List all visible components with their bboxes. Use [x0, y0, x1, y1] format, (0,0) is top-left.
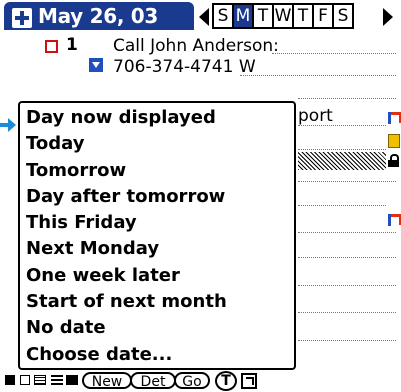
weekday-sun[interactable]: S	[212, 3, 234, 29]
view-square-icon[interactable]	[5, 375, 15, 385]
details-button[interactable]: Det	[130, 372, 176, 390]
date-popup-menu: Day now displayed Today Tomorrow Day aft…	[18, 101, 296, 370]
menu-item-this-friday[interactable]: This Friday	[26, 210, 290, 236]
chart-icon[interactable]	[386, 110, 400, 124]
plus-icon[interactable]	[12, 8, 32, 28]
dotted-divider	[298, 285, 396, 286]
date-title[interactable]: May 26, 03	[38, 3, 158, 29]
lock-icon	[388, 154, 399, 167]
menu-item-one-week-later[interactable]: One week later	[26, 263, 290, 289]
dotted-divider	[298, 205, 386, 206]
menu-item-no-date[interactable]: No date	[26, 315, 290, 341]
dotted-divider	[240, 75, 396, 76]
weekday-fri[interactable]: F	[312, 3, 334, 29]
dotted-divider	[298, 232, 396, 233]
weekday-wed[interactable]: W	[272, 3, 294, 29]
weekday-tue[interactable]: T	[252, 3, 274, 29]
dotted-divider	[298, 98, 396, 99]
menu-item-day-after-tomorrow[interactable]: Day after tomorrow	[26, 184, 290, 210]
menu-item-tomorrow[interactable]: Tomorrow	[26, 158, 290, 184]
dotted-divider	[298, 312, 396, 313]
dotted-divider	[298, 149, 386, 150]
previous-arrow-icon[interactable]	[199, 8, 209, 26]
chart-link-icon[interactable]	[241, 373, 257, 389]
date-options-list: Day now displayed Today Tomorrow Day aft…	[26, 105, 290, 368]
view-lines-icon[interactable]	[51, 375, 63, 385]
date-title-button[interactable]: May 26, 03	[4, 2, 194, 30]
menu-item-choose-date[interactable]: Choose date...	[26, 342, 290, 368]
new-button[interactable]: New	[82, 372, 132, 390]
weekday-mon[interactable]: M	[232, 3, 254, 29]
menu-item-next-monday[interactable]: Next Monday	[26, 236, 290, 262]
task-checkbox[interactable]	[45, 40, 58, 53]
bottom-toolbar: New Det Go T	[0, 370, 401, 392]
t-button[interactable]: T	[215, 371, 237, 391]
chart-icon[interactable]	[386, 212, 400, 226]
menu-item-today[interactable]: Today	[26, 131, 290, 157]
memo-icon[interactable]	[388, 134, 400, 148]
dotted-divider	[298, 125, 386, 126]
go-button[interactable]: Go	[174, 372, 210, 390]
view-list-icon[interactable]	[20, 375, 30, 385]
header-bar: May 26, 03 S M T W T F S	[0, 0, 401, 33]
view-grid-icon[interactable]	[34, 375, 46, 385]
task-description[interactable]: Call John Anderson:	[113, 36, 279, 56]
pointer-arrow-icon	[0, 118, 16, 132]
task-priority: 1	[66, 35, 78, 55]
dotted-divider	[298, 181, 396, 182]
menu-item-start-of-next-month[interactable]: Start of next month	[26, 289, 290, 315]
note-icon[interactable]	[89, 58, 103, 72]
weekday-thu[interactable]: T	[292, 3, 314, 29]
menu-item-day-now-displayed[interactable]: Day now displayed	[26, 105, 290, 131]
task-description[interactable]: port	[298, 106, 333, 126]
view-filled-icon[interactable]	[66, 375, 78, 385]
next-arrow-icon[interactable]	[383, 8, 393, 26]
dotted-divider	[298, 257, 396, 258]
weekday-sat[interactable]: S	[332, 3, 354, 29]
private-task-block[interactable]	[298, 152, 386, 170]
task-phone[interactable]: 706-374-4741 W	[113, 57, 256, 77]
weekday-selector: S M T W T F S	[212, 3, 354, 29]
dotted-divider	[272, 53, 396, 54]
dotted-divider	[298, 340, 396, 341]
